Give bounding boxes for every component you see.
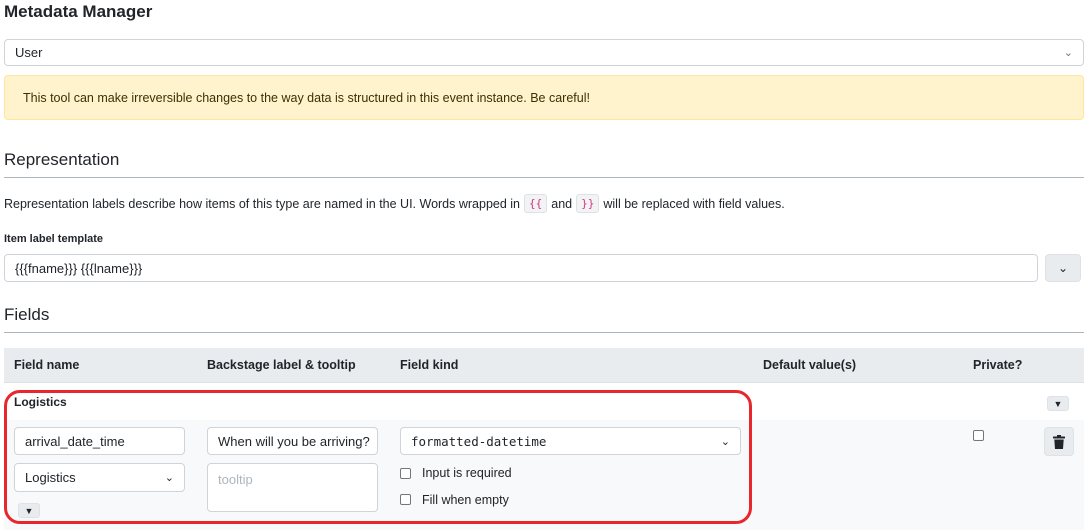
group-collapse-button[interactable]: ▼ <box>1047 396 1069 411</box>
delete-field-button[interactable] <box>1044 427 1074 456</box>
desc-text-1: Representation labels describe how items… <box>4 196 521 211</box>
chevron-down-icon: ⌄ <box>1063 47 1073 59</box>
chevron-down-icon: ⌄ <box>1057 261 1069 275</box>
divider <box>4 177 1084 178</box>
field-kind-value: formatted-datetime <box>411 433 547 449</box>
type-select-value: User <box>15 45 43 60</box>
field-group-value: Logistics <box>25 470 76 485</box>
column-field-name: Field name <box>14 358 80 372</box>
representation-description: Representation labels describe how items… <box>4 194 785 213</box>
trash-icon <box>1053 434 1065 449</box>
backstage-label-value: When will you be arriving? <box>218 433 370 449</box>
tooltip-textarea[interactable]: tooltip <box>207 463 378 512</box>
open-brace-code: {{ <box>524 194 548 213</box>
template-value: {{{fname}}} {{{lname}}} <box>15 260 143 276</box>
desc-text-and: and <box>551 196 573 211</box>
backstage-label-input[interactable]: When will you be arriving? <box>207 427 378 455</box>
desc-text-2: will be replaced with field values. <box>603 196 785 211</box>
triangle-down-icon: ▼ <box>24 505 34 516</box>
warning-text: This tool can make irreversible changes … <box>23 90 590 105</box>
column-default-values: Default value(s) <box>763 358 857 372</box>
template-label: Item label template <box>4 233 104 245</box>
divider <box>4 332 1084 333</box>
template-dropdown-button[interactable]: ⌄ <box>1045 254 1081 282</box>
chevron-down-icon: ⌄ <box>164 472 174 484</box>
item-label-template-input[interactable]: {{{fname}}} {{{lname}}} <box>4 254 1038 282</box>
private-checkbox[interactable] <box>973 430 984 441</box>
group-name: Logistics <box>14 395 67 409</box>
tooltip-placeholder: tooltip <box>218 472 253 487</box>
input-required-label: Input is required <box>422 466 512 480</box>
column-backstage-label: Backstage label & tooltip <box>207 358 356 372</box>
row-expand-button[interactable]: ▼ <box>18 503 40 518</box>
triangle-down-icon: ▼ <box>1053 398 1063 409</box>
field-kind-select[interactable]: formatted-datetime ⌄ <box>400 427 741 455</box>
fill-when-empty-label: Fill when empty <box>422 493 509 507</box>
fill-when-empty-checkbox[interactable] <box>400 494 411 505</box>
column-private: Private? <box>973 358 1023 372</box>
page-title: Metadata Manager <box>4 2 153 21</box>
close-brace-code: }} <box>576 194 600 213</box>
representation-heading: Representation <box>4 150 120 169</box>
chevron-down-icon: ⌄ <box>720 435 730 448</box>
fields-heading: Fields <box>4 305 50 324</box>
column-field-kind: Field kind <box>400 358 459 372</box>
type-select[interactable]: User ⌄ <box>4 39 1084 66</box>
field-name-input[interactable]: arrival_date_time <box>14 427 185 455</box>
field-group-select[interactable]: Logistics ⌄ <box>14 463 185 492</box>
warning-alert: This tool can make irreversible changes … <box>4 75 1084 120</box>
input-required-checkbox[interactable] <box>400 468 411 479</box>
fields-table-header <box>4 348 1084 383</box>
field-name-value: arrival_date_time <box>25 433 125 449</box>
